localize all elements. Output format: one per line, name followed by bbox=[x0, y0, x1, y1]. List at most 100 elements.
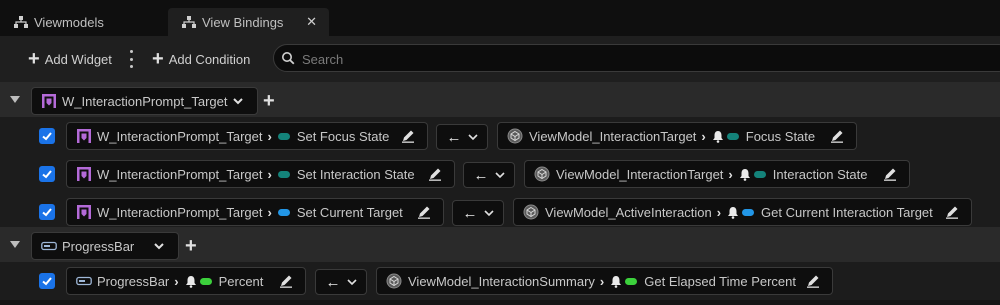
binding-mode-arrow: ← bbox=[473, 166, 489, 184]
more-options-icon[interactable] bbox=[126, 50, 136, 68]
viewmodel-property-name: Interaction State bbox=[772, 166, 868, 182]
bell-icon bbox=[739, 168, 751, 181]
viewmodel-icon bbox=[523, 204, 539, 220]
tab-label: Viewmodels bbox=[34, 14, 104, 30]
pencil-icon[interactable] bbox=[417, 205, 431, 219]
chevron-down-icon bbox=[494, 171, 505, 179]
chevron-right-icon: › bbox=[599, 273, 605, 289]
binding-mode-dropdown[interactable]: ← bbox=[436, 124, 488, 150]
bell-icon bbox=[610, 275, 622, 288]
viewmodel-property-name: Focus State bbox=[745, 128, 816, 144]
property-type-dot bbox=[726, 132, 739, 140]
property-type-dot bbox=[277, 132, 290, 140]
widget-name: W_InteractionPrompt_Target bbox=[97, 204, 263, 220]
viewmodel-property-selector[interactable]: ViewModel_InteractionTarget › Interactio… bbox=[524, 160, 910, 188]
chevron-right-icon: › bbox=[716, 204, 722, 220]
plus-icon: + bbox=[152, 48, 164, 70]
property-type-dot bbox=[625, 277, 638, 285]
widget-property-selector[interactable]: W_InteractionPrompt_Target › Set Focus S… bbox=[66, 122, 428, 150]
viewmodel-property-name: Get Elapsed Time Percent bbox=[644, 273, 796, 289]
viewmodel-property-selector[interactable]: ViewModel_ActiveInteraction › Get Curren… bbox=[513, 198, 972, 226]
binding-mode-arrow: ← bbox=[446, 128, 462, 146]
widget-property-name: Set Interaction State bbox=[296, 166, 415, 182]
viewmodel-property-selector[interactable]: ViewModel_InteractionSummary › Get Elaps… bbox=[376, 267, 833, 295]
toolbar: + Add Widget + Add Condition bbox=[0, 36, 1000, 82]
progress-bar-icon bbox=[41, 241, 57, 251]
widget-selector[interactable]: ProgressBar bbox=[31, 232, 179, 260]
pencil-icon[interactable] bbox=[883, 167, 897, 181]
widget-blueprint-icon bbox=[76, 128, 92, 144]
widget-property-selector[interactable]: ProgressBar › Percent bbox=[66, 267, 306, 295]
chevron-down-icon bbox=[467, 133, 478, 141]
tab-label: View Bindings bbox=[202, 14, 284, 30]
viewmodel-property-name: Get Current Interaction Target bbox=[761, 204, 933, 220]
add-widget-label: Add Widget bbox=[44, 51, 112, 67]
binding-group-header: ProgressBar + bbox=[0, 227, 1000, 265]
enabled-checkbox[interactable] bbox=[39, 166, 55, 182]
add-widget-button[interactable]: + Add Widget bbox=[28, 49, 112, 69]
search-input[interactable] bbox=[300, 49, 904, 69]
widget-name: W_InteractionPrompt_Target bbox=[97, 166, 263, 182]
pencil-icon[interactable] bbox=[401, 129, 415, 143]
viewmodel-name: ViewModel_InteractionTarget bbox=[556, 166, 724, 182]
enabled-checkbox[interactable] bbox=[39, 128, 55, 144]
tab-viewmodels[interactable]: Viewmodels bbox=[0, 8, 168, 36]
chevron-right-icon: › bbox=[701, 128, 706, 144]
pencil-icon[interactable] bbox=[830, 129, 844, 143]
add-condition-button[interactable]: + Add Condition bbox=[152, 49, 250, 69]
progress-bar-icon bbox=[76, 276, 92, 286]
chevron-down-icon[interactable] bbox=[10, 241, 20, 249]
widget-blueprint-icon bbox=[41, 93, 57, 109]
pencil-icon[interactable] bbox=[428, 167, 442, 181]
property-type-dot bbox=[277, 208, 290, 216]
chevron-down-icon bbox=[483, 209, 494, 217]
widget-name: W_InteractionPrompt_Target bbox=[97, 128, 263, 144]
chevron-down-icon bbox=[233, 97, 244, 105]
widget-selector[interactable]: W_InteractionPrompt_Target bbox=[31, 87, 258, 115]
chevron-right-icon: › bbox=[267, 204, 272, 220]
viewmodel-icon bbox=[507, 128, 523, 144]
widget-property-name: Percent bbox=[218, 273, 264, 289]
viewmodel-name: ViewModel_InteractionTarget bbox=[529, 128, 697, 144]
viewmodel-name: ViewModel_ActiveInteraction bbox=[545, 204, 712, 220]
widget-property-name: Set Focus State bbox=[296, 128, 390, 144]
enabled-checkbox[interactable] bbox=[39, 204, 55, 220]
widget-property-selector[interactable]: W_InteractionPrompt_Target › Set Current… bbox=[66, 198, 444, 226]
chevron-right-icon: › bbox=[267, 128, 272, 144]
enabled-checkbox[interactable] bbox=[39, 273, 55, 289]
search-box bbox=[273, 44, 1000, 72]
widget-property-selector[interactable]: W_InteractionPrompt_Target › Set Interac… bbox=[66, 160, 455, 188]
chevron-down-icon bbox=[154, 242, 164, 250]
binding-mode-dropdown[interactable]: ← bbox=[463, 162, 515, 188]
pencil-icon[interactable] bbox=[279, 274, 293, 288]
add-condition-label: Add Condition bbox=[168, 51, 251, 67]
property-type-dot bbox=[753, 170, 766, 178]
binding-group-header: W_InteractionPrompt_Target + bbox=[0, 82, 1000, 120]
binding-mode-dropdown[interactable]: ← bbox=[315, 269, 367, 295]
tab-view-bindings[interactable]: View Bindings ✕ bbox=[168, 8, 329, 36]
binding-mode-arrow: ← bbox=[325, 273, 341, 291]
chevron-right-icon: › bbox=[267, 166, 272, 182]
property-type-dot bbox=[277, 170, 290, 178]
hierarchy-icon bbox=[14, 16, 28, 28]
close-icon[interactable]: ✕ bbox=[306, 14, 317, 30]
chevron-right-icon: › bbox=[174, 273, 179, 289]
chevron-down-icon bbox=[346, 278, 357, 286]
chevron-down-icon[interactable] bbox=[10, 96, 20, 104]
group-widget-label: ProgressBar bbox=[62, 238, 135, 254]
property-type-dot bbox=[199, 277, 212, 285]
viewmodel-icon bbox=[534, 166, 550, 182]
pencil-icon[interactable] bbox=[806, 274, 820, 288]
add-binding-button[interactable]: + bbox=[185, 236, 197, 256]
widget-property-name: Set Current Target bbox=[296, 204, 403, 220]
viewmodel-property-selector[interactable]: ViewModel_InteractionTarget › Focus Stat… bbox=[497, 122, 857, 150]
binding-row: W_InteractionPrompt_Target › Set Interac… bbox=[0, 155, 1000, 193]
bell-icon bbox=[185, 275, 197, 288]
add-binding-button[interactable]: + bbox=[263, 91, 275, 111]
property-type-dot bbox=[742, 208, 755, 216]
widget-blueprint-icon bbox=[76, 204, 92, 220]
plus-icon: + bbox=[28, 48, 40, 70]
binding-mode-dropdown[interactable]: ← bbox=[452, 200, 504, 226]
pencil-icon[interactable] bbox=[945, 205, 959, 219]
search-icon bbox=[281, 51, 295, 65]
